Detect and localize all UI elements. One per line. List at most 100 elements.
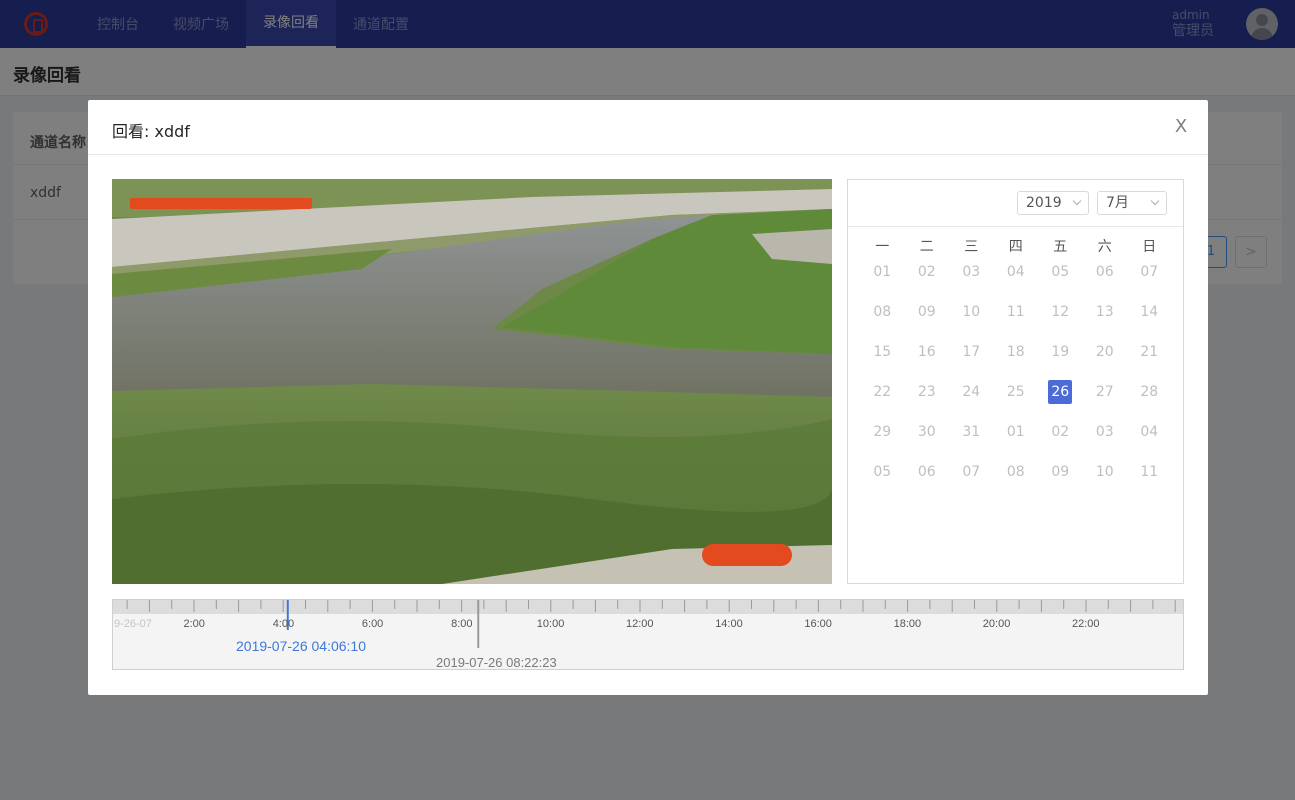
calendar-day-label: 27	[1095, 384, 1114, 400]
calendar-day-label: 05	[873, 464, 892, 480]
weekday-label: 五	[1053, 239, 1068, 255]
calendar-day-selected[interactable]: 26	[1038, 380, 1083, 420]
timeline-hour-label: 2:00	[183, 618, 205, 630]
calendar-day-label: 08	[1006, 464, 1025, 480]
calendar-day[interactable]: 02	[905, 260, 950, 300]
timeline-hour-label: 16:00	[804, 618, 832, 630]
calendar-day[interactable]: 23	[905, 380, 950, 420]
calendar-day-label: 11	[1140, 464, 1159, 480]
calendar-day[interactable]: 08	[994, 460, 1039, 500]
calendar-day[interactable]: 15	[860, 340, 905, 380]
calendar-day-label: 29	[873, 424, 892, 440]
calendar-day-label: 02	[1051, 424, 1070, 440]
calendar-day-label: 16	[917, 344, 936, 360]
calendar-day[interactable]: 01	[994, 420, 1039, 460]
calendar-day[interactable]: 09	[905, 300, 950, 340]
calendar-day-label: 17	[962, 344, 981, 360]
weekday-label: 三	[964, 239, 979, 255]
weekday-label: 六	[1097, 239, 1112, 255]
calendar-day[interactable]: 06	[905, 460, 950, 500]
chevron-down-icon	[1072, 196, 1082, 206]
calendar-day[interactable]: 04	[994, 260, 1039, 300]
calendar-day[interactable]: 03	[949, 260, 994, 300]
calendar-day[interactable]: 14	[1127, 300, 1172, 340]
calendar-day[interactable]: 31	[949, 420, 994, 460]
calendar-day[interactable]: 06	[1083, 260, 1128, 300]
calendar-day[interactable]: 07	[1127, 260, 1172, 300]
calendar-day-label: 31	[962, 424, 981, 440]
calendar-day[interactable]: 11	[1127, 460, 1172, 500]
weekday-label: 二	[919, 239, 934, 255]
calendar-day[interactable]: 30	[905, 420, 950, 460]
timestamp-redaction	[130, 198, 312, 209]
calendar-day-label: 28	[1140, 384, 1159, 400]
calendar-day-label: 22	[873, 384, 892, 400]
timeline-hour-label: 6:00	[361, 618, 384, 630]
weekday-header: 一 二 三 四 五 六 日	[860, 236, 1172, 256]
month-select-value: 7月	[1106, 195, 1129, 211]
timeline-ticks	[126, 600, 1176, 648]
dialog-header: 回看: xddf X	[88, 100, 1208, 155]
calendar-day-label: 24	[962, 384, 981, 400]
calendar-day-label: 19	[1051, 344, 1070, 360]
calendar-day[interactable]: 02	[1038, 420, 1083, 460]
calendar-day[interactable]: 28	[1127, 380, 1172, 420]
calendar-day[interactable]: 05	[860, 460, 905, 500]
calendar-day[interactable]: 01	[860, 260, 905, 300]
calendar-day[interactable]: 10	[949, 300, 994, 340]
calendar-day-label: 04	[1140, 424, 1159, 440]
calendar-day[interactable]: 17	[949, 340, 994, 380]
calendar-day[interactable]: 19	[1038, 340, 1083, 380]
calendar-day-label: 20	[1095, 344, 1114, 360]
calendar-day[interactable]: 27	[1083, 380, 1128, 420]
close-icon[interactable]: X	[1170, 116, 1192, 138]
calendar-day[interactable]: 13	[1083, 300, 1128, 340]
calendar-day[interactable]: 29	[860, 420, 905, 460]
calendar-day-label: 10	[962, 304, 981, 320]
calendar-day-label: 25	[1006, 384, 1025, 400]
calendar-week-row: 05 06 07 08 09 10 11	[860, 460, 1172, 500]
calendar-day-label: 14	[1140, 304, 1159, 320]
calendar-day[interactable]: 09	[1038, 460, 1083, 500]
calendar-day[interactable]: 22	[860, 380, 905, 420]
video-player[interactable]	[112, 179, 832, 584]
calendar-day[interactable]: 04	[1127, 420, 1172, 460]
year-select-value: 2019	[1026, 195, 1062, 211]
calendar-day[interactable]: 10	[1083, 460, 1128, 500]
calendar-day-label: 21	[1140, 344, 1159, 360]
calendar-week-row: 15 16 17 18 19 20 21	[860, 340, 1172, 380]
year-select[interactable]: 2019	[1017, 191, 1089, 215]
calendar-day[interactable]: 16	[905, 340, 950, 380]
playback-timeline[interactable]: 2019-07-26 04:06:10 2019-07-26 08:22:23 …	[112, 599, 1184, 670]
calendar-day[interactable]: 03	[1083, 420, 1128, 460]
calendar-week-row: 08 09 10 11 12 13 14	[860, 300, 1172, 340]
date-calendar: 2019 7月 一 二 三 四 五 六 日 01 02 03 04 05 06 07 08 09…	[847, 179, 1184, 584]
timeline-hour-label: 10:00	[536, 618, 565, 630]
video-frame-image	[112, 179, 832, 584]
calendar-day[interactable]: 08	[860, 300, 905, 340]
calendar-day[interactable]: 21	[1127, 340, 1172, 380]
calendar-day[interactable]: 25	[994, 380, 1039, 420]
calendar-day[interactable]: 20	[1083, 340, 1128, 380]
calendar-day-label: 05	[1051, 264, 1070, 280]
chevron-down-icon	[1150, 196, 1160, 206]
calendar-day[interactable]: 05	[1038, 260, 1083, 300]
weekday-label: 四	[1008, 239, 1023, 255]
calendar-day[interactable]: 24	[949, 380, 994, 420]
timeline-hour-label: 4:00	[272, 618, 295, 630]
calendar-day-label: 01	[873, 264, 892, 280]
timeline-cursor-time: 2019-07-26 04:06:10	[236, 638, 366, 654]
calendar-day-label: 06	[1095, 264, 1114, 280]
calendar-day[interactable]: 18	[994, 340, 1039, 380]
calendar-day-label: 01	[1006, 424, 1025, 440]
calendar-day[interactable]: 07	[949, 460, 994, 500]
timeline-record-end-time: 2019-07-26 08:22:23	[436, 655, 557, 670]
calendar-week-row: 22 23 24 25 26 27 28	[860, 380, 1172, 420]
watermark-redaction	[702, 544, 792, 566]
calendar-day-label: 03	[1095, 424, 1114, 440]
calendar-day[interactable]: 12	[1038, 300, 1083, 340]
calendar-day[interactable]: 11	[994, 300, 1039, 340]
month-select[interactable]: 7月	[1097, 191, 1167, 215]
dialog-title: 回看: xddf	[112, 122, 190, 141]
timeline-hour-label: 14:00	[715, 618, 743, 630]
